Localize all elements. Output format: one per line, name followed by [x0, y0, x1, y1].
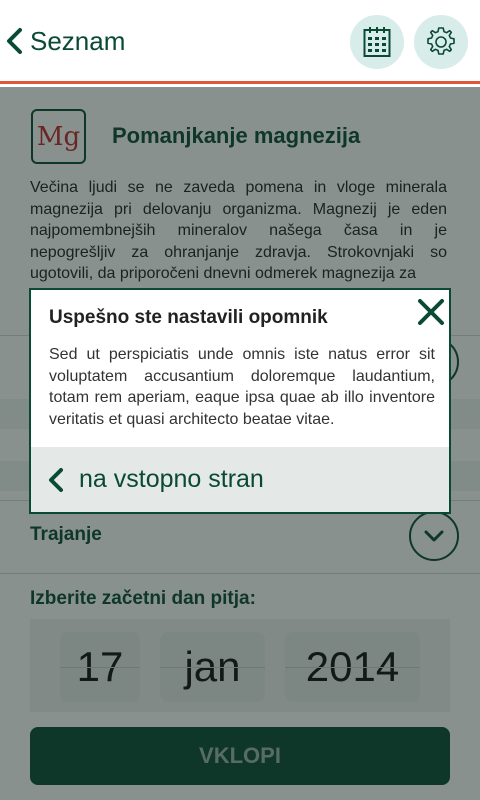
calendar-icon	[363, 27, 391, 57]
app-header: Seznam	[0, 0, 480, 84]
gear-icon	[427, 27, 455, 55]
chevron-left-icon	[49, 467, 63, 492]
back-label: Seznam	[30, 25, 126, 56]
back-button[interactable]: Seznam	[4, 20, 125, 62]
home-page-label: na vstopno stran	[79, 465, 264, 493]
dialog-title: Uspešno ste nastavili opomnik	[49, 307, 328, 328]
dialog-body: Sed ut perspiciatis unde omnis iste natu…	[49, 346, 435, 428]
home-page-button[interactable]: na vstopno stran	[31, 447, 449, 512]
settings-button[interactable]	[414, 15, 468, 69]
calendar-button[interactable]	[350, 15, 404, 69]
chevron-left-icon	[7, 28, 22, 54]
close-icon[interactable]	[415, 296, 447, 328]
confirmation-dialog: Uspešno ste nastavili opomnik Sed ut per…	[29, 288, 451, 514]
